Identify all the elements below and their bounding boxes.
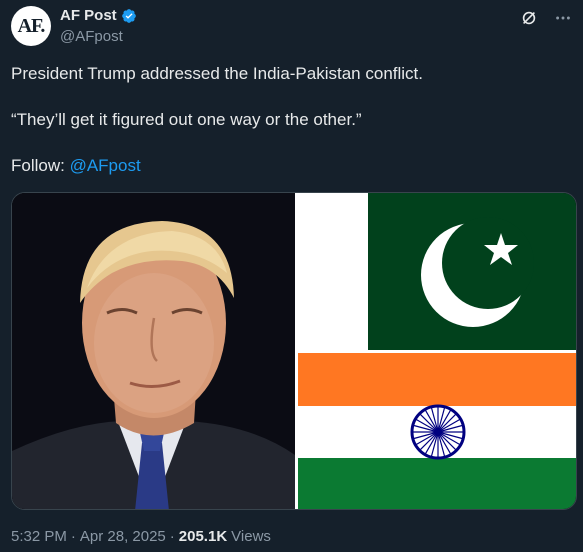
- follow-label: Follow:: [11, 156, 70, 175]
- display-name[interactable]: AF Post: [60, 7, 117, 24]
- more-options-icon[interactable]: [553, 8, 573, 28]
- meta-separator: ·: [70, 528, 76, 545]
- verified-badge-icon: [121, 8, 137, 24]
- tweet-meta: 5:32 PM · Apr 28, 2025 · 205.1K Views: [11, 528, 271, 545]
- tweet-line-1: President Trump addressed the India-Paki…: [11, 64, 423, 83]
- tweet-date[interactable]: Apr 28, 2025: [80, 528, 166, 545]
- top-actions: [519, 8, 573, 28]
- author-handle[interactable]: @AFpost: [60, 28, 123, 45]
- author-name-row: AF Post: [60, 7, 137, 24]
- views-count[interactable]: 205.1K: [179, 528, 227, 545]
- tweet-text: President Trump addressed the India-Paki…: [11, 62, 571, 177]
- views-label: Views: [231, 528, 271, 545]
- tweet-follow-line: Follow: @AFpost: [11, 154, 571, 177]
- tweet-media[interactable]: [11, 192, 577, 510]
- india-flag[interactable]: [298, 353, 576, 509]
- grok-icon[interactable]: [519, 8, 539, 28]
- trump-photo[interactable]: [12, 193, 295, 509]
- avatar[interactable]: AF.: [11, 6, 51, 46]
- tweet-line-2: “They’ll get it figured out one way or t…: [11, 110, 362, 129]
- tweet-time[interactable]: 5:32 PM: [11, 528, 67, 545]
- follow-mention-link[interactable]: @AFpost: [70, 156, 141, 175]
- meta-separator: ·: [169, 528, 175, 545]
- ashoka-chakra-icon: [410, 404, 466, 460]
- pakistan-flag[interactable]: [298, 193, 576, 350]
- avatar-text: AF.: [17, 14, 46, 37]
